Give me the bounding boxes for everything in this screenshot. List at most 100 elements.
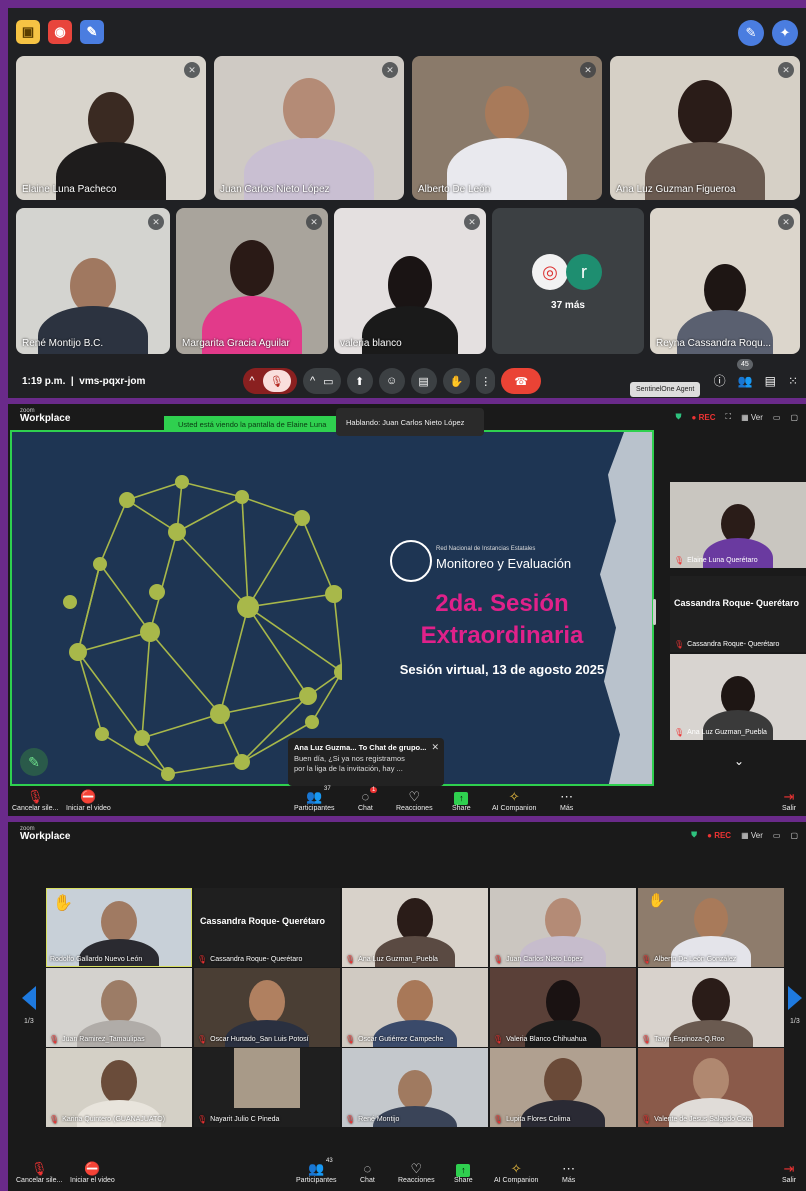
video-tile[interactable]: ✕ Margarita Gracia Aguilar	[176, 208, 328, 354]
chat-button[interactable]: ◌ 1 Chat	[358, 787, 378, 812]
next-page-arrow[interactable]	[788, 986, 802, 1010]
close-icon[interactable]: ✕	[431, 741, 439, 754]
chevron-up-icon[interactable]: ^	[310, 375, 315, 387]
gallery-tile[interactable]: 🎙 Valeria Blanco Chihuahua	[490, 968, 636, 1047]
whiteboard-icon[interactable]: ▣	[16, 20, 40, 44]
gallery-tile[interactable]: 🎙 Ana Luz Guzman_Puebla	[342, 888, 488, 967]
shield-icon[interactable]: ⛊	[691, 830, 697, 840]
view-button[interactable]: ▦ Ver	[741, 831, 763, 840]
activities-icon[interactable]: ⁙	[788, 374, 798, 388]
ai-companion-button[interactable]: ✧ AI Companion	[494, 1161, 538, 1184]
reactions-button[interactable]: ♡ Reacciones	[396, 789, 433, 812]
participants-button[interactable]: 👥 37 Participantes	[294, 786, 334, 812]
video-tile[interactable]: ✕ Juan Carlos Nieto López	[214, 56, 404, 200]
gallery-tile[interactable]: Cassandra Roque- Querétaro 🎙 Cassandra Ro…	[194, 888, 340, 967]
zoom-logo: zoom Workplace	[20, 826, 70, 842]
zoom-top-right: ⛊ ● REC ⛶ ▦ Ver ▭ ▢	[676, 412, 798, 422]
chat-notification-line1: Buen día, ¿Si ya nos registramos	[294, 753, 405, 763]
notes-icon[interactable]: ✎	[80, 20, 104, 44]
video-tile[interactable]: ✕ valeria blanco	[334, 208, 486, 354]
camera-icon[interactable]: ▭	[323, 375, 333, 388]
side-video-tile[interactable]: 🎙 Ana Luz Guzman_Puebla	[670, 654, 806, 740]
mic-muted-icon: 🎙	[493, 955, 504, 964]
camera-toggle[interactable]: ^ ▭	[303, 368, 341, 394]
shared-screen[interactable]: Red Nacional de Instancias Estatales Mon…	[10, 430, 654, 786]
avatar: r	[566, 254, 602, 290]
gallery-tile[interactable]: 🎙 René Montijo	[342, 1048, 488, 1127]
leave-call-button[interactable]: ☎	[501, 368, 542, 394]
leave-button[interactable]: ⇥ Salir	[782, 789, 796, 812]
gallery-tile[interactable]: 🎙 Valente de Jesus Salgado Cota	[638, 1048, 784, 1127]
rec-label: REC	[698, 412, 716, 422]
chat-button[interactable]: ◌ Chat	[360, 1161, 375, 1184]
pen-icon[interactable]: ✎	[738, 20, 764, 46]
gallery-tile[interactable]: 🎙 Oscar Hurtado_San Luis Potosí	[194, 968, 340, 1047]
previous-page-arrow[interactable]	[22, 986, 36, 1010]
present-button[interactable]: ⬆	[346, 368, 373, 394]
chat-notification[interactable]: ✕ Ana Luz Guzma... To Chat de grupo... B…	[288, 738, 444, 786]
meet-controls: ^ 🎙 ^ ▭ ⬆ ☺ ▤ ✋ ⋮ ☎	[243, 368, 542, 394]
more-button[interactable]: ⋯ Más	[562, 1161, 575, 1184]
viewing-banner[interactable]: Usted está viendo la pantalla de Elaine …	[164, 416, 340, 432]
mic-off-icon[interactable]: 🎙	[262, 370, 291, 392]
gallery-tile[interactable]: ✋ 🎙 Alberto De León González	[638, 888, 784, 967]
ai-companion-button[interactable]: ✧ AI Companion	[492, 789, 536, 812]
share-button[interactable]: ↑ Share	[454, 1161, 473, 1184]
chat-icon[interactable]: ▤	[765, 374, 776, 388]
annotate-icon[interactable]: ✎	[20, 748, 48, 776]
zoom-toolbar: 🎙 Cancelar sile... ⛔ Iniciar el video 👥 43 P…	[8, 1158, 806, 1191]
emoji-icon: ☺	[385, 375, 398, 387]
leave-label: Salir	[782, 1177, 797, 1184]
more-participants-tile[interactable]: ◎ r 37 más	[492, 208, 644, 354]
gallery-tile[interactable]: 🎙 Juan Carlos Nieto López	[490, 888, 636, 967]
gallery-tile[interactable]: ✋ Rodolfo Gallardo Nuevo León	[46, 888, 192, 967]
share-button[interactable]: ↑ Share	[452, 789, 471, 812]
people-icon[interactable]: 👥	[738, 374, 753, 388]
video-tile[interactable]: ✕ Elaine Luna Pacheco	[16, 56, 206, 200]
video-tile[interactable]: ✕ Reyna Cassandra Roqu...	[650, 208, 800, 354]
mute-button[interactable]: 🎙 Cancelar sile...	[16, 1161, 62, 1184]
chevron-down-icon[interactable]: ⌄	[734, 754, 744, 768]
start-video-button[interactable]: ⛔ Iniciar el video	[70, 1161, 115, 1184]
video-tile[interactable]: ✕ Alberto De León	[412, 56, 602, 200]
mute-button[interactable]: 🎙 Cancelar sile...	[12, 789, 58, 812]
more-button[interactable]: ⋯ Más	[560, 789, 573, 812]
mic-toggle[interactable]: ^ 🎙	[243, 368, 297, 394]
emoji-button[interactable]: ☺	[378, 368, 405, 394]
video-tile[interactable]: ✕ Ana Luz Guzman Figueroa	[610, 56, 800, 200]
info-icon[interactable]: ⓘ	[714, 372, 726, 389]
minimize-icon[interactable]: ▭	[773, 831, 781, 840]
leave-button[interactable]: ⇥ Salir	[782, 1161, 796, 1184]
gallery-tile[interactable]: 🎙 Oscar Gutiérrez Campeche	[342, 968, 488, 1047]
fullscreen-icon[interactable]: ⛶	[725, 412, 731, 422]
participant-name-text: Ana Luz Guzman_Puebla	[358, 956, 438, 963]
minimize-icon[interactable]: ▭	[773, 413, 781, 422]
participant-name: Ana Luz Guzman Figueroa	[616, 184, 736, 195]
chat-bubble-icon[interactable]: ▢	[790, 831, 798, 840]
raise-hand-button[interactable]: ✋	[442, 368, 471, 394]
reactions-button[interactable]: ♡ Reacciones	[398, 1161, 435, 1184]
splitter-handle[interactable]	[653, 599, 656, 625]
gallery-tile[interactable]: 🎙 Juan Ramirez_Tamaulipas	[46, 968, 192, 1047]
participant-name: René Montijo B.C.	[22, 338, 104, 349]
meet-right-tools: ⓘ 👥 ▤ ⁙	[714, 372, 798, 389]
mic-off-icon: ✕	[382, 62, 398, 78]
gallery-tile[interactable]: 🎙 Taryn Espinoza-Q.Roo	[638, 968, 784, 1047]
gallery-tile[interactable]: 🎙 Karina Quintero (GUANAJUATO)	[46, 1048, 192, 1127]
more-options-button[interactable]: ⋮	[476, 368, 496, 394]
gallery-tile[interactable]: 🎙 Nayarit Julio C Pineda	[194, 1048, 340, 1127]
participants-button[interactable]: 👥 43 Participantes	[296, 1158, 336, 1184]
view-button[interactable]: ▦ Ver	[741, 413, 763, 422]
start-video-button[interactable]: ⛔ Iniciar el video	[66, 789, 111, 812]
gemini-icon[interactable]: ✦	[772, 20, 798, 46]
record-icon[interactable]: ◉	[48, 20, 72, 44]
chevron-up-icon[interactable]: ^	[249, 375, 254, 387]
chat-bubble-icon[interactable]: ▢	[790, 413, 798, 422]
side-video-tile[interactable]: Cassandra Roque- Querétaro 🎙 Cassandra Ro…	[670, 576, 806, 652]
captions-button[interactable]: ▤	[410, 368, 437, 394]
side-video-tile[interactable]: 🎙 Elaine Luna Querétaro	[670, 482, 806, 568]
rec-indicator: ● REC	[691, 412, 716, 422]
shield-icon[interactable]: ⛊	[676, 412, 682, 422]
gallery-tile[interactable]: 🎙 Lupita Flores Colima	[490, 1048, 636, 1127]
video-tile[interactable]: ✕ René Montijo B.C.	[16, 208, 170, 354]
